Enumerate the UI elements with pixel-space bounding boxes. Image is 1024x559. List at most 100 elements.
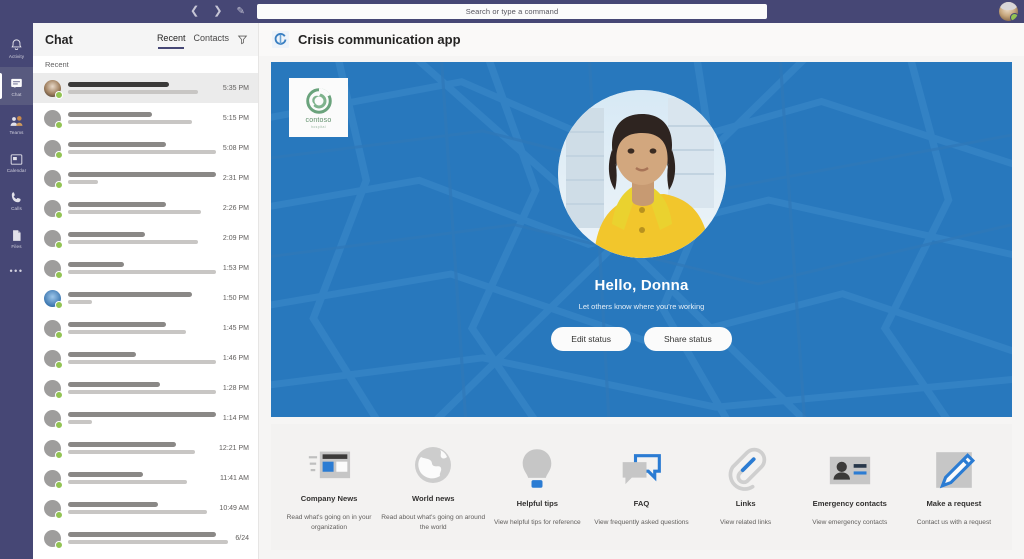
sidebar-item-label: Calls	[11, 205, 22, 211]
chat-list-item[interactable]: 12:21 PM	[33, 433, 258, 463]
chat-item-message-redacted	[68, 120, 193, 124]
quick-link-description: View emergency contacts	[812, 519, 888, 527]
chat-item-timestamp: 1:45 PM	[222, 324, 249, 332]
chat-item-preview	[68, 382, 216, 394]
sidebar-item-teams[interactable]: Teams	[0, 105, 33, 143]
chat-list-item[interactable]: 2:31 PM	[33, 163, 258, 193]
presence-dot	[55, 270, 63, 279]
quick-link-label: Make a request	[926, 499, 982, 509]
chat-list-item[interactable]: 2:26 PM	[33, 193, 258, 223]
teams-icon	[10, 115, 23, 126]
quick-link-helpful-tips[interactable]: Helpful tips View helpful tips for refere…	[485, 446, 589, 528]
sidebar-item-label: Teams	[9, 129, 24, 135]
edit-status-button[interactable]: Edit status	[551, 327, 631, 351]
chat-item-timestamp: 5:15 PM	[222, 114, 249, 122]
chat-list-item[interactable]: 6/24	[33, 523, 258, 553]
files-icon	[13, 229, 21, 241]
sidebar-item-label: Activity	[8, 53, 25, 59]
chat-list[interactable]: 5:35 PM 5:15 PM 5:08 PM 2:31 PM 2:26 PM 2:09 …	[33, 73, 258, 559]
presence-dot	[55, 150, 63, 159]
avatar	[44, 139, 63, 159]
greeting-subtitle: Let others know where you're working	[578, 302, 705, 311]
chat-item-message-redacted	[68, 360, 216, 364]
chat-item-preview	[68, 442, 212, 454]
filter-funnel-icon[interactable]	[237, 34, 248, 45]
quick-link-faq[interactable]: FAQ View frequently asked questions	[589, 446, 693, 528]
contoso-swirl-icon	[305, 88, 332, 114]
avatar	[44, 109, 63, 129]
chevron-left-icon[interactable]: ❮	[190, 6, 199, 17]
avatar	[44, 199, 63, 219]
contoso-logo-name: contoso	[305, 117, 332, 124]
sidebar-item-files[interactable]: Files	[0, 219, 33, 257]
hero-actions: Edit status Share status	[551, 327, 732, 351]
avatar	[44, 379, 63, 399]
chat-item-preview	[68, 322, 216, 334]
quick-link-label: FAQ	[633, 499, 650, 509]
chat-list-item[interactable]: 11:41 AM	[33, 463, 258, 493]
search-input[interactable]: Search or type a command	[257, 4, 767, 19]
presence-dot	[55, 420, 63, 429]
chat-item-timestamp: 5:08 PM	[222, 144, 249, 152]
chat-list-item[interactable]: 5:35 PM	[33, 73, 258, 103]
chat-list-item[interactable]: 1:46 PM	[33, 343, 258, 373]
sidebar-item-activity[interactable]: Activity	[0, 29, 33, 67]
contact-card-icon	[828, 450, 872, 490]
tab-recent[interactable]: Recent	[157, 33, 185, 49]
chat-item-name-redacted	[68, 232, 145, 237]
chat-item-message-redacted	[68, 420, 92, 424]
contoso-logo-sub: hospital	[311, 125, 326, 129]
chat-item-preview	[68, 112, 216, 124]
compose-icon[interactable]: ✎	[236, 6, 244, 17]
quick-link-company-news[interactable]: Company News Read what's going on in your…	[277, 441, 381, 533]
chat-list-item[interactable]: 5:15 PM	[33, 103, 258, 133]
chat-item-name-redacted	[68, 442, 177, 447]
sidebar-item-calendar[interactable]: Calendar	[0, 143, 33, 181]
chat-item-preview	[68, 502, 212, 514]
avatar	[44, 289, 63, 309]
chat-item-preview	[68, 172, 216, 184]
chevron-right-icon[interactable]: ❯	[213, 6, 222, 17]
app-title: Crisis communication app	[298, 32, 461, 47]
chat-item-message-redacted	[68, 150, 216, 154]
presence-dot	[55, 450, 63, 459]
globe-icon	[411, 445, 455, 485]
chat-item-message-redacted	[68, 330, 187, 334]
chat-list-item[interactable]: 2:09 PM	[33, 223, 258, 253]
avatar	[44, 499, 63, 519]
share-status-button[interactable]: Share status	[643, 327, 732, 351]
chat-list-item[interactable]: 5:08 PM	[33, 133, 258, 163]
quick-link-world-news[interactable]: World news Read about what's going on aro…	[381, 441, 485, 533]
chat-list-item[interactable]: 1:53 PM	[33, 253, 258, 283]
chat-item-name-redacted	[68, 352, 137, 357]
chat-list-item[interactable]: 1:50 PM	[33, 283, 258, 313]
sidebar-item-label: Chat	[11, 91, 22, 97]
pencil-note-icon	[932, 450, 976, 490]
avatar[interactable]	[999, 2, 1018, 21]
chat-item-timestamp: 1:50 PM	[222, 294, 249, 302]
chat-item-name-redacted	[68, 112, 153, 117]
quick-link-links[interactable]: Links View related links	[694, 446, 798, 528]
presence-dot	[55, 90, 63, 99]
quick-link-make-a-request[interactable]: Make a request Contact us with a request	[902, 446, 1006, 528]
quick-link-emergency-contacts[interactable]: Emergency contacts View emergency contact…	[798, 446, 902, 528]
chat-list-item[interactable]: 10:49 AM	[33, 493, 258, 523]
paperclip-icon	[724, 447, 768, 491]
sidebar-more-button[interactable]: •••	[10, 266, 24, 276]
sidebar-item-calls[interactable]: Calls	[0, 181, 33, 219]
presence-dot	[55, 120, 63, 129]
user-portrait	[557, 90, 726, 258]
chat-item-preview	[68, 82, 216, 94]
quick-link-label: Links	[735, 499, 756, 509]
chat-list-item[interactable]: 1:14 PM	[33, 403, 258, 433]
chat-list-item[interactable]: 1:28 PM	[33, 373, 258, 403]
tab-contacts[interactable]: Contacts	[193, 33, 229, 46]
chat-item-message-redacted	[68, 390, 216, 394]
sidebar-item-chat[interactable]: Chat	[0, 67, 33, 105]
chat-item-preview	[68, 202, 216, 214]
chat-item-timestamp: 1:46 PM	[222, 354, 249, 362]
chat-item-preview	[68, 232, 216, 244]
chat-list-item[interactable]: 1:45 PM	[33, 313, 258, 343]
chat-item-name-redacted	[68, 202, 166, 207]
bell-icon	[11, 38, 22, 50]
